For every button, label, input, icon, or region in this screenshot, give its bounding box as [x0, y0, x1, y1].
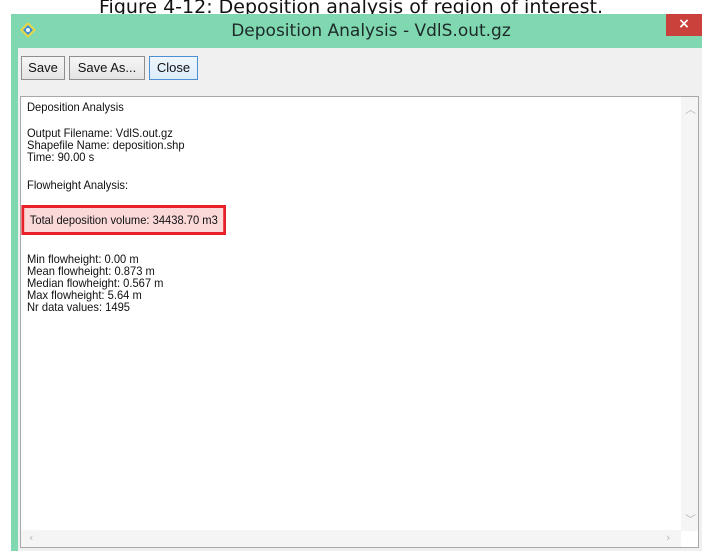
- vertical-scrollbar[interactable]: ︿ ﹀: [681, 97, 698, 531]
- flowheight-section-heading: Flowheight Analysis:: [27, 178, 129, 192]
- title-bar[interactable]: Deposition Analysis - VdlS.out.gz ×: [11, 14, 702, 48]
- save-button[interactable]: Save: [21, 56, 65, 80]
- scroll-right-arrow-icon[interactable]: ›: [666, 531, 670, 544]
- figure-caption: Figure 4-12: Deposition analysis of regi…: [0, 0, 702, 14]
- total-deposition-volume: Total deposition volume: 34438.70 m3: [29, 213, 218, 227]
- highlight-box: Total deposition volume: 34438.70 m3: [21, 205, 227, 235]
- scroll-left-arrow-icon[interactable]: ‹: [29, 531, 33, 544]
- figure-caption-text: Figure 4-12: Deposition analysis of regi…: [99, 0, 603, 14]
- scroll-down-arrow-icon[interactable]: ﹀: [685, 511, 696, 527]
- save-as-button[interactable]: Save As...: [69, 56, 145, 80]
- time-value: Time: 90.00 s: [27, 150, 95, 164]
- close-button[interactable]: Close: [149, 56, 198, 80]
- report-text-area[interactable]: Deposition Analysis Output Filename: Vdl…: [20, 96, 699, 548]
- window-client-area: Save Save As... Close Deposition Analysi…: [18, 48, 702, 551]
- scroll-up-arrow-icon[interactable]: ︿: [685, 101, 696, 117]
- close-window-button[interactable]: ×: [666, 14, 702, 36]
- deposition-analysis-window: Deposition Analysis - VdlS.out.gz × Save…: [11, 14, 702, 551]
- nr-data-values: Nr data values: 1495: [27, 300, 130, 314]
- app-icon: [20, 22, 36, 38]
- window-title: Deposition Analysis - VdlS.out.gz: [231, 21, 511, 41]
- close-icon: ×: [678, 16, 690, 32]
- toolbar: Save Save As... Close: [18, 48, 702, 94]
- horizontal-scrollbar[interactable]: ‹ ›: [21, 530, 681, 547]
- report-heading: Deposition Analysis: [27, 100, 124, 114]
